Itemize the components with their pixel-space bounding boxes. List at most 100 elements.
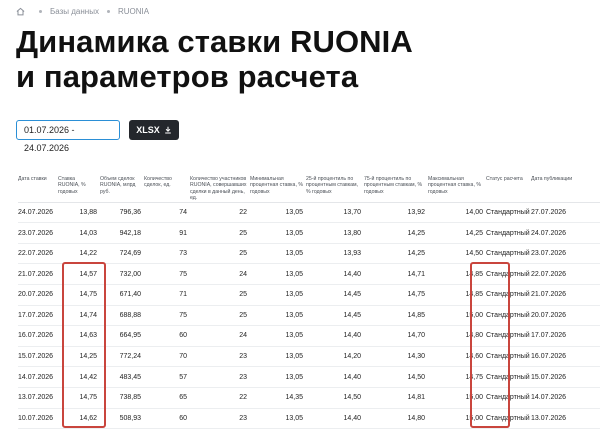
column-header: Количество сделок, ед. [144, 176, 190, 203]
table-cell: 91 [144, 222, 190, 244]
xlsx-download-button[interactable]: XLSX [129, 120, 179, 140]
table-row: 21.07.2026 14,57 732,00 75 24 13,05 14,40 14,71… [18, 263, 600, 285]
table-cell: 15,00 [428, 408, 486, 430]
table-cell: 14,75 [364, 284, 428, 306]
column-header: Статус расчета [486, 176, 531, 203]
table-cell: 14,25 [364, 222, 428, 244]
table-cell: 13,92 [364, 202, 428, 224]
breadcrumb-ruonia[interactable]: RUONIA [118, 7, 149, 16]
table-row: 17.07.2026 14,74 688,88 75 25 13,05 14,45 14,85… [18, 305, 600, 327]
table-cell: 22 [190, 387, 250, 409]
table-row: 23.07.2026 14,03 942,18 91 25 13,05 13,80 14,25… [18, 222, 600, 244]
breadcrumb-databases[interactable]: Базы данных [50, 7, 99, 16]
table-cell: 22 [190, 202, 250, 224]
table-cell: 25 [190, 222, 250, 244]
table-cell: 14,85 [364, 305, 428, 327]
table-cell: 14,50 [428, 243, 486, 265]
table-cell: 14,35 [250, 387, 306, 409]
column-header: 25-й процентиль по процентным ставкам, %… [306, 176, 364, 203]
column-header: Объем сделок RUONIA, млрд руб. [100, 176, 144, 203]
table-cell: 74 [144, 202, 190, 224]
table-row: 14.07.2026 14,42 483,45 57 23 13,05 14,40 14,50… [18, 366, 600, 388]
table-cell: 942,18 [100, 222, 144, 244]
table-row: 24.07.2026 13,88 796,36 74 22 13,05 13,70 13,92… [18, 202, 600, 224]
column-header: 75-й процентиль по процентным ставкам, %… [364, 176, 428, 203]
table-cell: Стандартный [486, 408, 531, 430]
table-cell: 483,45 [100, 366, 144, 388]
table-cell: 13,70 [306, 202, 364, 224]
table-cell: 14,45 [306, 305, 364, 327]
table-cell: 23.07.2026 [531, 243, 600, 265]
table-cell: 25 [190, 284, 250, 306]
table-cell: 23 [190, 346, 250, 368]
breadcrumb-separator [39, 9, 42, 13]
column-header: Максимальная процентная ставка, % годовы… [428, 176, 486, 203]
page-title-line-2: и параметров расчета [16, 59, 359, 94]
table-cell: 14,40 [306, 263, 364, 285]
table-cell: 16.07.2026 [18, 325, 58, 347]
table-cell: 13,05 [250, 408, 306, 430]
page-title-line-1: Динамика ставки RUONIA [16, 24, 413, 59]
table-cell: Стандартный [486, 387, 531, 409]
table-cell: 23.07.2026 [18, 222, 58, 244]
table-cell: 14,40 [306, 408, 364, 430]
column-header: Дата публикации [531, 176, 600, 203]
table-cell: 688,88 [100, 305, 144, 327]
table-cell: 14,30 [364, 346, 428, 368]
table-cell: Стандартный [486, 284, 531, 306]
table-cell: 13,05 [250, 243, 306, 265]
home-icon[interactable] [16, 7, 25, 16]
table-cell: 508,93 [100, 408, 144, 430]
table-row: 10.07.2026 14,62 508,93 60 23 13,05 14,40 14,80… [18, 408, 600, 430]
table-cell: 772,24 [100, 346, 144, 368]
table-cell: 671,40 [100, 284, 144, 306]
table-cell: 796,36 [100, 202, 144, 224]
table-cell: 15,00 [428, 387, 486, 409]
table-cell: 13,05 [250, 263, 306, 285]
table-cell: 14,40 [306, 366, 364, 388]
table-row: 20.07.2026 14,75 671,40 71 25 13,05 14,45 14,75… [18, 284, 600, 306]
table-cell: 14,25 [428, 222, 486, 244]
table-row: 22.07.2026 14,22 724,69 73 25 13,05 13,93 14,25… [18, 243, 600, 265]
table-cell: 23 [190, 366, 250, 388]
table-cell: 21.07.2026 [18, 263, 58, 285]
table-cell: 14,50 [306, 387, 364, 409]
table-cell: 14,80 [428, 325, 486, 347]
table-cell: 14,63 [58, 325, 100, 347]
breadcrumb: Базы данных RUONIA [16, 5, 149, 17]
table-cell: 14,81 [364, 387, 428, 409]
table-cell: 13,93 [306, 243, 364, 265]
table-cell: Стандартный [486, 263, 531, 285]
table-cell: 24 [190, 325, 250, 347]
table-cell: 14,75 [428, 366, 486, 388]
table-cell: 10.07.2026 [18, 408, 58, 430]
table-cell: 14,57 [58, 263, 100, 285]
table-cell: 13,05 [250, 222, 306, 244]
table-cell: Стандартный [486, 346, 531, 368]
table-cell: 14,22 [58, 243, 100, 265]
table-cell: 14,71 [364, 263, 428, 285]
table-cell: 17.07.2026 [18, 305, 58, 327]
table-cell: 22.07.2026 [531, 263, 600, 285]
column-header: Ставка RUONIA, % годовых [58, 176, 100, 203]
breadcrumb-separator [106, 9, 110, 13]
table-cell: 13,80 [306, 222, 364, 244]
table-cell: 25 [190, 243, 250, 265]
table-cell: 14,80 [364, 408, 428, 430]
table-cell: 24 [190, 263, 250, 285]
page-title: Динамика ставки RUONIA и параметров расч… [16, 24, 413, 94]
table-cell: Стандартный [486, 222, 531, 244]
column-header: Количество участников RUONIA, совершавши… [190, 176, 250, 203]
download-icon [164, 126, 171, 134]
table-cell: 14.07.2026 [531, 387, 600, 409]
table-cell: 16.07.2026 [531, 346, 600, 368]
table-cell: 23 [190, 408, 250, 430]
table-cell: 24.07.2026 [531, 222, 600, 244]
table-cell: 13,05 [250, 325, 306, 347]
table-cell: 70 [144, 346, 190, 368]
table-cell: 13.07.2026 [18, 387, 58, 409]
table-cell: 21.07.2026 [531, 284, 600, 306]
date-range-input[interactable]: 01.07.2026 - 24.07.2026 [16, 120, 120, 153]
table-cell: 75 [144, 305, 190, 327]
table-cell: 25 [190, 305, 250, 327]
